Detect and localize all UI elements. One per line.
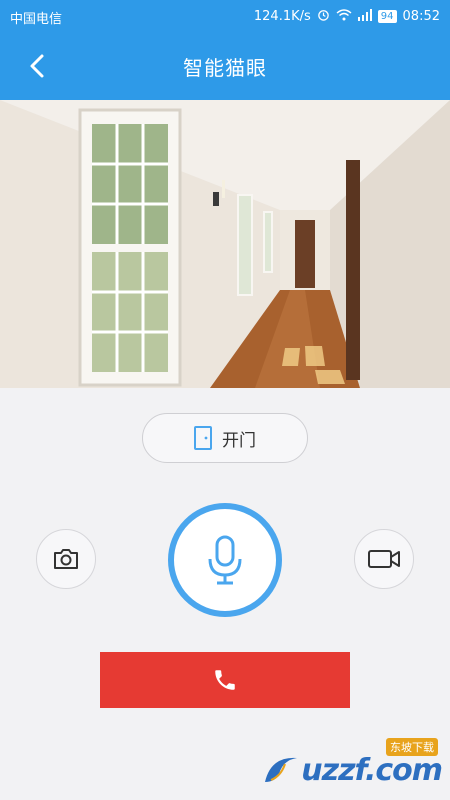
- network-speed: 124.1K/s: [253, 9, 311, 24]
- record-button[interactable]: [354, 529, 414, 589]
- phone-icon: [215, 670, 235, 690]
- status-indicators: 124.1K/s 94 08:52: [254, 8, 440, 25]
- watermark-logo: uzzf.com 东坡下载: [261, 738, 443, 788]
- alarm-icon: [317, 8, 330, 25]
- page-title: 智能猫眼: [183, 56, 267, 80]
- camera-feed: [0, 100, 450, 388]
- watermark-text: uzzf.com: [301, 753, 443, 788]
- open-door-label: 开门: [222, 430, 256, 451]
- snapshot-button[interactable]: [36, 529, 96, 589]
- battery-level: 94: [377, 10, 397, 23]
- carrier-name: 中国电信: [10, 12, 63, 27]
- wifi-icon: [336, 8, 352, 25]
- video-camera-icon: [368, 550, 400, 568]
- app-header: 智能猫眼: [0, 32, 450, 100]
- status-bar: 中国电信 124.1K/s 94 08:52: [0, 0, 450, 32]
- door-icon: [194, 426, 212, 450]
- open-door-button[interactable]: 开门: [142, 413, 308, 463]
- camera-icon: [54, 549, 78, 569]
- talk-button[interactable]: [168, 503, 282, 617]
- watermark-tag: 东坡下载: [386, 738, 438, 756]
- microphone-icon: [208, 535, 242, 585]
- hang-up-button[interactable]: [100, 652, 350, 708]
- clock: 08:52: [402, 9, 440, 24]
- logo-swoosh-icon: [265, 757, 298, 782]
- control-panel: 开门 uzzf.com 东坡下载: [0, 388, 450, 800]
- signal-icon: [357, 8, 372, 25]
